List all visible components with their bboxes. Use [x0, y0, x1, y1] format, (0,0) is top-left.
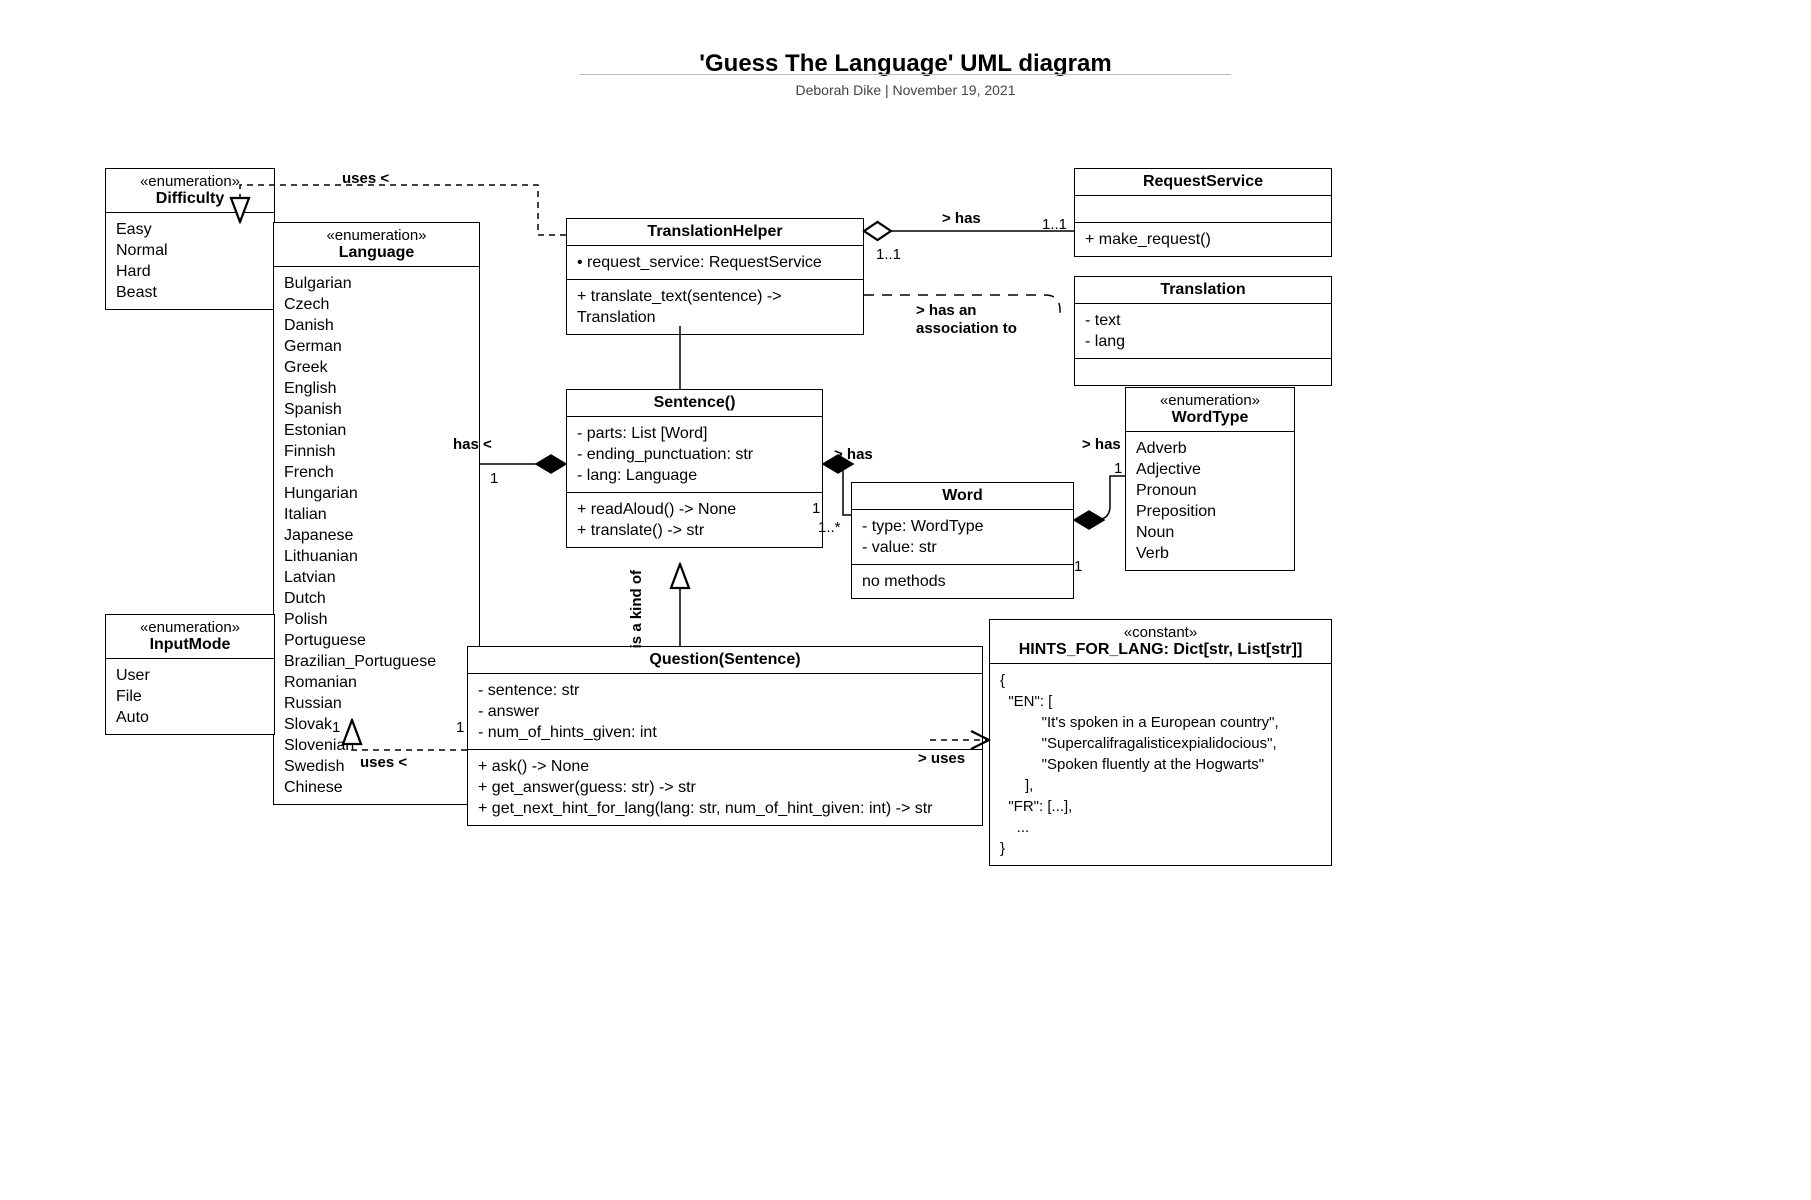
methods: + readAloud() -> None + translate() -> s…: [567, 492, 822, 547]
class-head: «constant» HINTS_FOR_LANG: Dict[str, Lis…: [990, 620, 1331, 663]
class-head: TranslationHelper: [567, 219, 863, 245]
card: 1: [490, 470, 498, 487]
attrs: [1075, 195, 1331, 222]
class-difficulty: «enumeration» Difficulty Easy Normal Har…: [105, 168, 275, 310]
class-head: Translation: [1075, 277, 1331, 303]
label-has: > has: [942, 210, 981, 227]
label-assoc-to: association to: [916, 320, 1017, 337]
card: 1..1: [876, 246, 901, 263]
class-name: Difficulty: [116, 190, 264, 208]
methods: + make_request(): [1075, 222, 1331, 256]
label-uses: uses <: [342, 170, 389, 187]
class-head: Sentence(): [567, 390, 822, 416]
class-head: Question(Sentence): [468, 647, 982, 673]
class-translation: Translation - text - lang: [1074, 276, 1332, 386]
class-head: «enumeration» InputMode: [106, 615, 274, 658]
label-is-kind-of: is a kind of: [628, 570, 645, 648]
class-hints: «constant» HINTS_FOR_LANG: Dict[str, Lis…: [989, 619, 1332, 866]
class-sentence: Sentence() - parts: List [Word] - ending…: [566, 389, 823, 548]
methods: [1075, 358, 1331, 385]
class-head: «enumeration» Language: [274, 223, 479, 266]
card: 1: [456, 719, 464, 736]
methods: + ask() -> None + get_answer(guess: str)…: [468, 749, 982, 825]
class-wordtype: «enumeration» WordType Adverb Adjective …: [1125, 387, 1295, 571]
class-translationhelper: TranslationHelper • request_service: Req…: [566, 218, 864, 335]
class-head: «enumeration» WordType: [1126, 388, 1294, 431]
attrs: - type: WordType - value: str: [852, 509, 1073, 564]
class-head: RequestService: [1075, 169, 1331, 195]
card: 1: [1114, 460, 1122, 477]
attrs: - sentence: str - answer - num_of_hints_…: [468, 673, 982, 749]
enum-values: BulgarianCzechDanishGermanGreekEnglishSp…: [274, 266, 479, 804]
author-text: Deborah Dike: [796, 82, 882, 98]
label-has: > has: [1082, 436, 1121, 453]
attrs: - text - lang: [1075, 303, 1331, 358]
card: 1: [332, 719, 340, 736]
attrs: • request_service: RequestService: [567, 245, 863, 279]
methods: no methods: [852, 564, 1073, 598]
card: 1..1: [1042, 216, 1067, 233]
card: 1: [812, 500, 820, 517]
label-uses: > uses: [918, 750, 965, 767]
label-has: > has: [834, 446, 873, 463]
divider: [580, 74, 1231, 75]
sep-text: |: [881, 82, 892, 98]
class-question: Question(Sentence) - sentence: str - ans…: [467, 646, 983, 826]
class-word: Word - type: WordType - value: str no me…: [851, 482, 1074, 599]
date-text: November 19, 2021: [893, 82, 1016, 98]
label-uses: uses <: [360, 754, 407, 771]
label-has-assoc: > has an: [916, 302, 976, 319]
enum-values: User File Auto: [106, 658, 274, 734]
class-head: Word: [852, 483, 1073, 509]
enum-values: Adverb Adjective Pronoun Preposition Nou…: [1126, 431, 1294, 570]
uml-canvas: 'Guess The Language' UML diagram Deborah…: [0, 0, 1811, 1200]
stereo: «enumeration»: [116, 173, 264, 190]
diagram-subtitle: Deborah Dike | November 19, 2021: [0, 82, 1811, 98]
card: 1..*: [818, 519, 841, 536]
card: 1: [1074, 558, 1082, 575]
class-inputmode: «enumeration» InputMode User File Auto: [105, 614, 275, 735]
attrs: - parts: List [Word] - ending_punctuatio…: [567, 416, 822, 492]
class-language: «enumeration» Language BulgarianCzechDan…: [273, 222, 480, 805]
class-requestservice: RequestService + make_request(): [1074, 168, 1332, 257]
class-head: «enumeration» Difficulty: [106, 169, 274, 212]
label-has: has <: [453, 436, 492, 453]
hints-body: { "EN": [ "It's spoken in a European cou…: [990, 663, 1331, 865]
enum-values: Easy Normal Hard Beast: [106, 212, 274, 309]
methods: + translate_text(sentence) -> Translatio…: [567, 279, 863, 334]
